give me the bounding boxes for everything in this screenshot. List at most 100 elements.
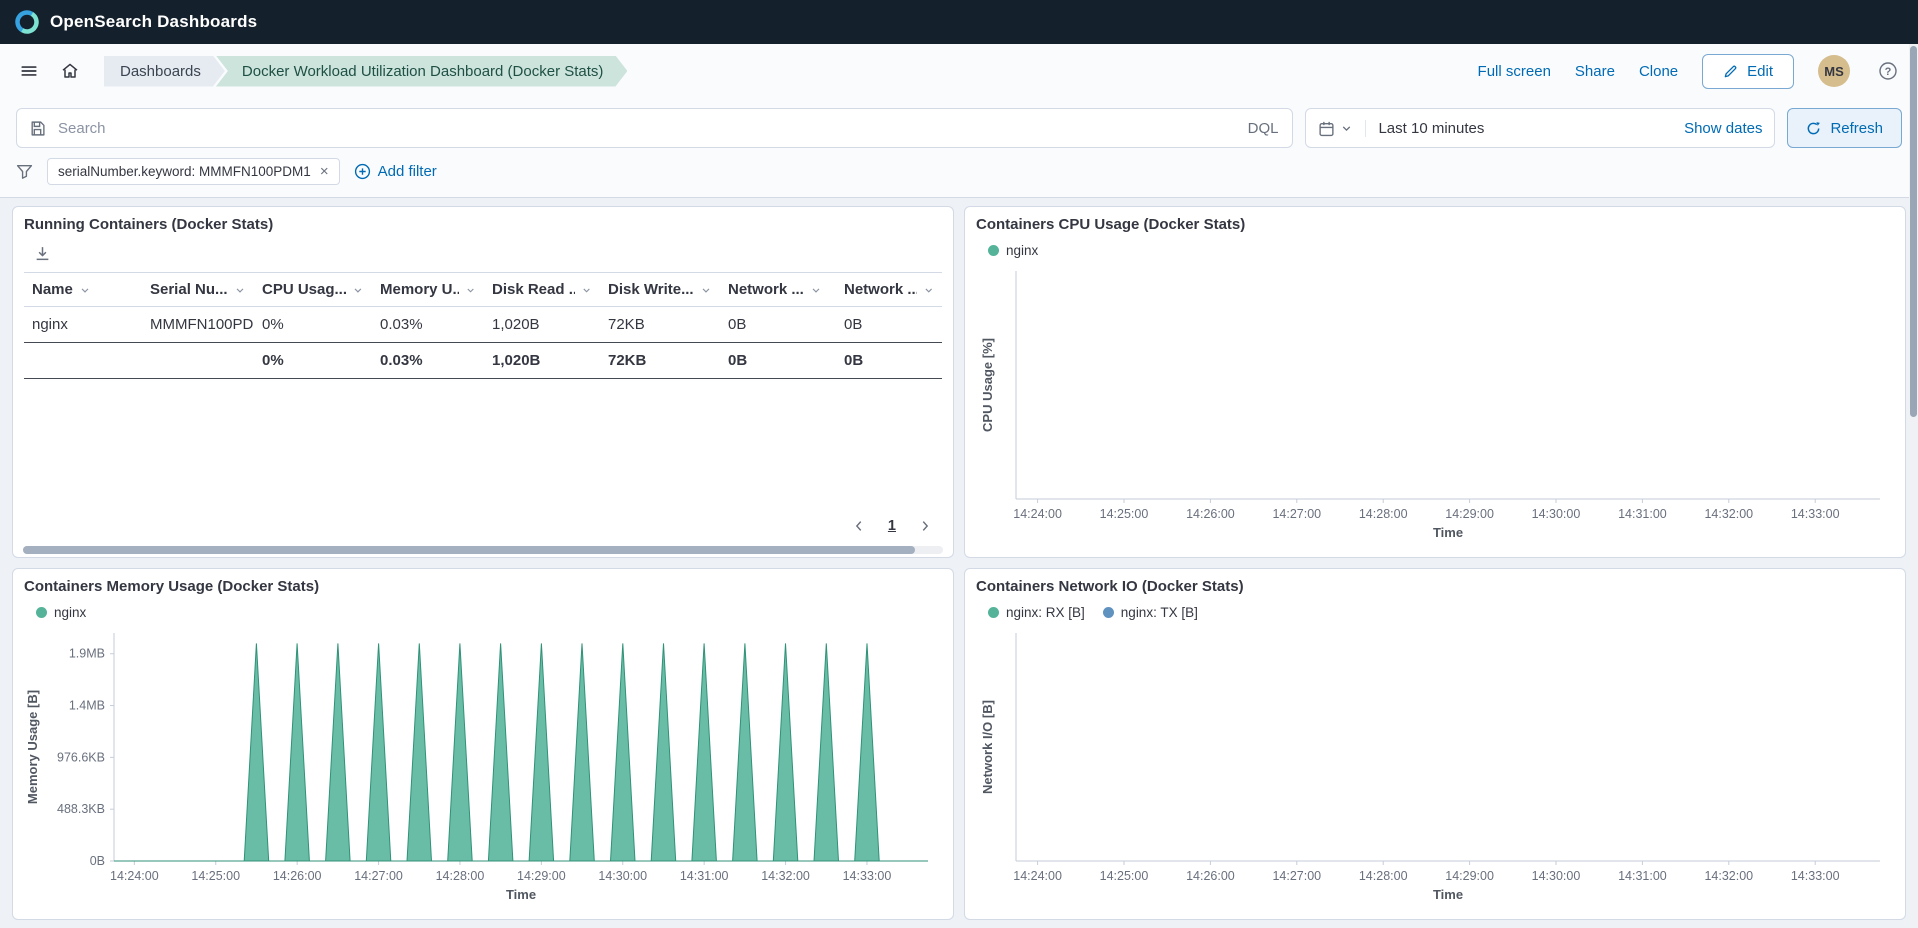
svg-text:14:27:00: 14:27:00 xyxy=(1272,869,1321,883)
svg-text:14:28:00: 14:28:00 xyxy=(1359,507,1408,521)
legend-item[interactable]: nginx: RX [B] xyxy=(988,605,1085,620)
svg-text:14:31:00: 14:31:00 xyxy=(1618,869,1667,883)
panel-title[interactable]: Running Containers (Docker Stats) xyxy=(24,216,273,233)
table-cell: 0.03% xyxy=(372,307,484,343)
filter-pill-label: serialNumber.keyword: MMMFN100PDM1 xyxy=(58,164,311,179)
page-number[interactable]: 1 xyxy=(888,518,896,534)
svg-text:14:31:00: 14:31:00 xyxy=(1618,507,1667,521)
nav-actions: Full screen Share Clone Edit MS ? xyxy=(1478,54,1902,89)
menu-button[interactable] xyxy=(16,58,42,84)
breadcrumb-current-dashboard[interactable]: Docker Workload Utilization Dashboard (D… xyxy=(216,56,628,87)
table-total-cell: 0B xyxy=(720,343,836,379)
home-icon xyxy=(60,61,80,81)
date-quick-select-button[interactable] xyxy=(1318,120,1366,137)
panel-cpu-usage: Containers CPU Usage (Docker Stats) ngin… xyxy=(964,206,1906,558)
containers-table: NameSerial Nu...CPU Usag...Memory U...Di… xyxy=(24,272,942,379)
legend-label: nginx: RX [B] xyxy=(1006,605,1085,620)
next-page-icon[interactable] xyxy=(918,519,932,533)
page-vertical-scrollbar-thumb[interactable] xyxy=(1910,46,1917,417)
share-link[interactable]: Share xyxy=(1575,63,1615,80)
memory-usage-chart[interactable]: 14:24:0014:25:0014:26:0014:27:0014:28:00… xyxy=(24,623,942,907)
panel-title[interactable]: Containers Network IO (Docker Stats) xyxy=(976,578,1244,595)
chart-legend: nginx xyxy=(976,233,1894,261)
svg-text:14:27:00: 14:27:00 xyxy=(354,869,403,883)
svg-text:14:25:00: 14:25:00 xyxy=(1100,507,1149,521)
global-header: OpenSearch Dashboards xyxy=(0,0,1918,44)
filter-bar: serialNumber.keyword: MMMFN100PDM1 × Add… xyxy=(0,154,1918,198)
breadcrumb: Dashboards Docker Workload Utilization D… xyxy=(104,56,618,87)
table-header-cell[interactable]: CPU Usag... xyxy=(254,273,372,307)
table-header-cell[interactable]: Disk Write... xyxy=(600,273,720,307)
legend-dot xyxy=(36,607,47,618)
save-query-icon[interactable] xyxy=(29,120,46,137)
full-screen-link[interactable]: Full screen xyxy=(1478,63,1551,80)
table-totals-row: 0%0.03%1,020B72KB0B0B xyxy=(24,343,942,379)
svg-text:14:25:00: 14:25:00 xyxy=(1100,869,1149,883)
legend-item[interactable]: nginx xyxy=(36,605,86,620)
legend-dot xyxy=(988,607,999,618)
table-header-cell[interactable]: Network ... xyxy=(836,273,942,307)
filter-pill[interactable]: serialNumber.keyword: MMMFN100PDM1 × xyxy=(47,158,340,185)
svg-text:14:29:00: 14:29:00 xyxy=(1445,507,1494,521)
remove-filter-icon[interactable]: × xyxy=(320,164,329,179)
svg-text:14:32:00: 14:32:00 xyxy=(1704,869,1753,883)
refresh-button[interactable]: Refresh xyxy=(1787,108,1902,148)
chrome-header-section: Dashboards Docker Workload Utilization D… xyxy=(0,44,1918,198)
svg-text:Network I/O [B]: Network I/O [B] xyxy=(980,700,995,794)
table-header-cell[interactable]: Serial Nu... xyxy=(142,273,254,307)
legend-item[interactable]: nginx xyxy=(988,243,1038,258)
table-header-cell[interactable]: Disk Read ... xyxy=(484,273,600,307)
svg-text:0B: 0B xyxy=(90,854,105,868)
opensearch-logo xyxy=(14,9,40,35)
legend-dot xyxy=(1103,607,1114,618)
edit-button-label: Edit xyxy=(1747,63,1773,80)
table-header-cell[interactable]: Network ... xyxy=(720,273,836,307)
legend-dot xyxy=(988,245,999,256)
panel-title[interactable]: Containers Memory Usage (Docker Stats) xyxy=(24,578,319,595)
calendar-icon xyxy=(1318,120,1335,137)
time-range-value[interactable]: Last 10 minutes xyxy=(1378,120,1484,137)
table-header-row: NameSerial Nu...CPU Usag...Memory U...Di… xyxy=(24,273,942,307)
table-total-cell: 1,020B xyxy=(484,343,600,379)
prev-page-icon[interactable] xyxy=(852,519,866,533)
table-cell: 0B xyxy=(720,307,836,343)
network-io-chart[interactable]: 14:24:0014:25:0014:26:0014:27:0014:28:00… xyxy=(976,623,1894,907)
add-filter-button[interactable]: Add filter xyxy=(354,163,437,180)
table-header-cell[interactable]: Memory U... xyxy=(372,273,484,307)
table-cell: 72KB xyxy=(600,307,720,343)
breadcrumb-dashboards[interactable]: Dashboards xyxy=(104,56,225,87)
svg-text:14:29:00: 14:29:00 xyxy=(517,869,566,883)
sort-caret-icon xyxy=(465,284,476,296)
avatar[interactable]: MS xyxy=(1818,55,1850,87)
show-dates-link[interactable]: Show dates xyxy=(1684,120,1762,137)
svg-text:14:28:00: 14:28:00 xyxy=(436,869,485,883)
search-input[interactable] xyxy=(56,119,1236,138)
chart-legend: nginx xyxy=(24,595,942,623)
svg-text:488.3KB: 488.3KB xyxy=(57,802,105,816)
dashboard-grid: Running Containers (Docker Stats) NameSe… xyxy=(0,198,1918,928)
svg-text:14:30:00: 14:30:00 xyxy=(1532,507,1581,521)
sort-caret-icon xyxy=(581,284,592,296)
clone-link[interactable]: Clone xyxy=(1639,63,1678,80)
help-button[interactable]: ? xyxy=(1874,57,1902,85)
cpu-usage-chart[interactable]: 14:24:0014:25:0014:26:0014:27:0014:28:00… xyxy=(976,261,1894,545)
panel-network-io: Containers Network IO (Docker Stats) ngi… xyxy=(964,568,1906,920)
legend-label: nginx xyxy=(54,605,86,620)
svg-text:976.6KB: 976.6KB xyxy=(57,750,105,764)
table-header-cell[interactable]: Name xyxy=(24,273,142,307)
edit-button[interactable]: Edit xyxy=(1702,54,1794,89)
sort-caret-icon xyxy=(923,284,934,296)
add-filter-label: Add filter xyxy=(378,163,437,180)
legend-item[interactable]: nginx: TX [B] xyxy=(1103,605,1198,620)
menu-icon xyxy=(20,62,38,80)
home-button[interactable] xyxy=(56,57,84,85)
svg-text:1.9MB: 1.9MB xyxy=(69,647,105,661)
svg-text:CPU Usage [%]: CPU Usage [%] xyxy=(980,338,995,432)
download-icon[interactable] xyxy=(34,245,51,262)
svg-text:14:30:00: 14:30:00 xyxy=(1532,869,1581,883)
panel-title[interactable]: Containers CPU Usage (Docker Stats) xyxy=(976,216,1245,233)
query-language-button[interactable]: DQL xyxy=(1246,120,1281,137)
table-horizontal-scrollbar-thumb[interactable] xyxy=(23,546,915,554)
svg-text:14:30:00: 14:30:00 xyxy=(598,869,647,883)
svg-text:14:32:00: 14:32:00 xyxy=(761,869,810,883)
